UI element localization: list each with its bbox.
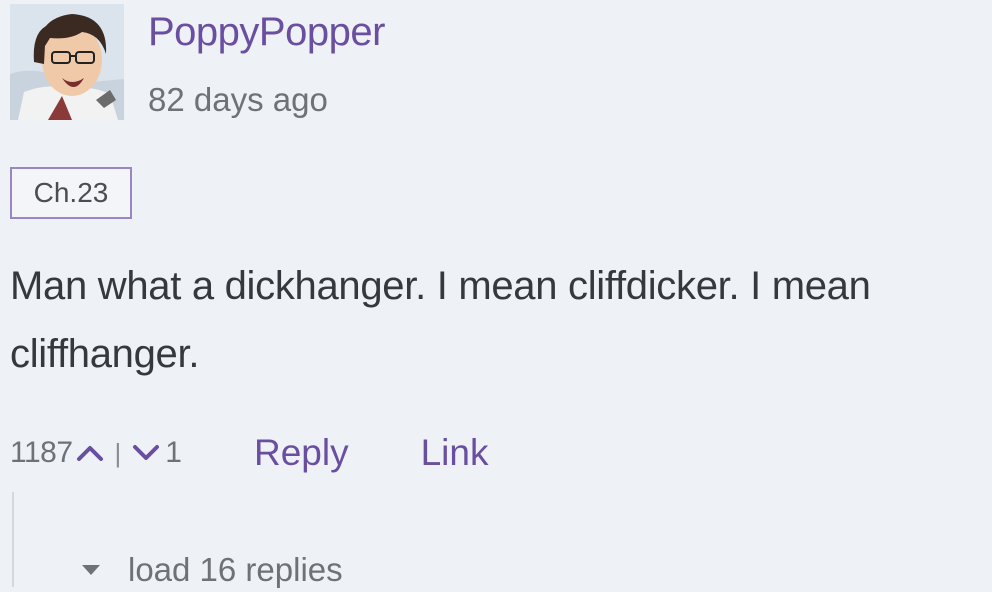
- downvote-button[interactable]: [129, 436, 163, 470]
- comment-actions: 1187 | 1 Reply Link: [10, 428, 488, 478]
- thread-line: [12, 492, 14, 587]
- caret-down-icon: [82, 565, 100, 575]
- load-replies-label: load 16 replies: [128, 551, 343, 588]
- username[interactable]: PoppyPopper: [148, 8, 385, 56]
- load-replies-button[interactable]: load 16 replies: [80, 548, 343, 592]
- reply-button[interactable]: Reply: [254, 432, 349, 474]
- link-button[interactable]: Link: [421, 432, 489, 474]
- comment-body: Man what a dickhanger. I mean cliffdicke…: [10, 264, 871, 376]
- timestamp: 82 days ago: [148, 81, 328, 118]
- chevron-up-icon: [76, 446, 103, 461]
- avatar-image: [10, 4, 124, 120]
- upvote-button[interactable]: [73, 436, 107, 470]
- downvote-count: 1: [165, 436, 182, 469]
- chapter-tag[interactable]: Ch.23: [10, 167, 132, 219]
- chevron-down-icon: [133, 445, 160, 460]
- comment-card: PoppyPopper 82 days ago Ch.23 Man what a…: [0, 0, 992, 588]
- vote-separator: |: [114, 437, 122, 468]
- upvote-count: 1187: [10, 436, 73, 469]
- avatar[interactable]: [10, 4, 124, 120]
